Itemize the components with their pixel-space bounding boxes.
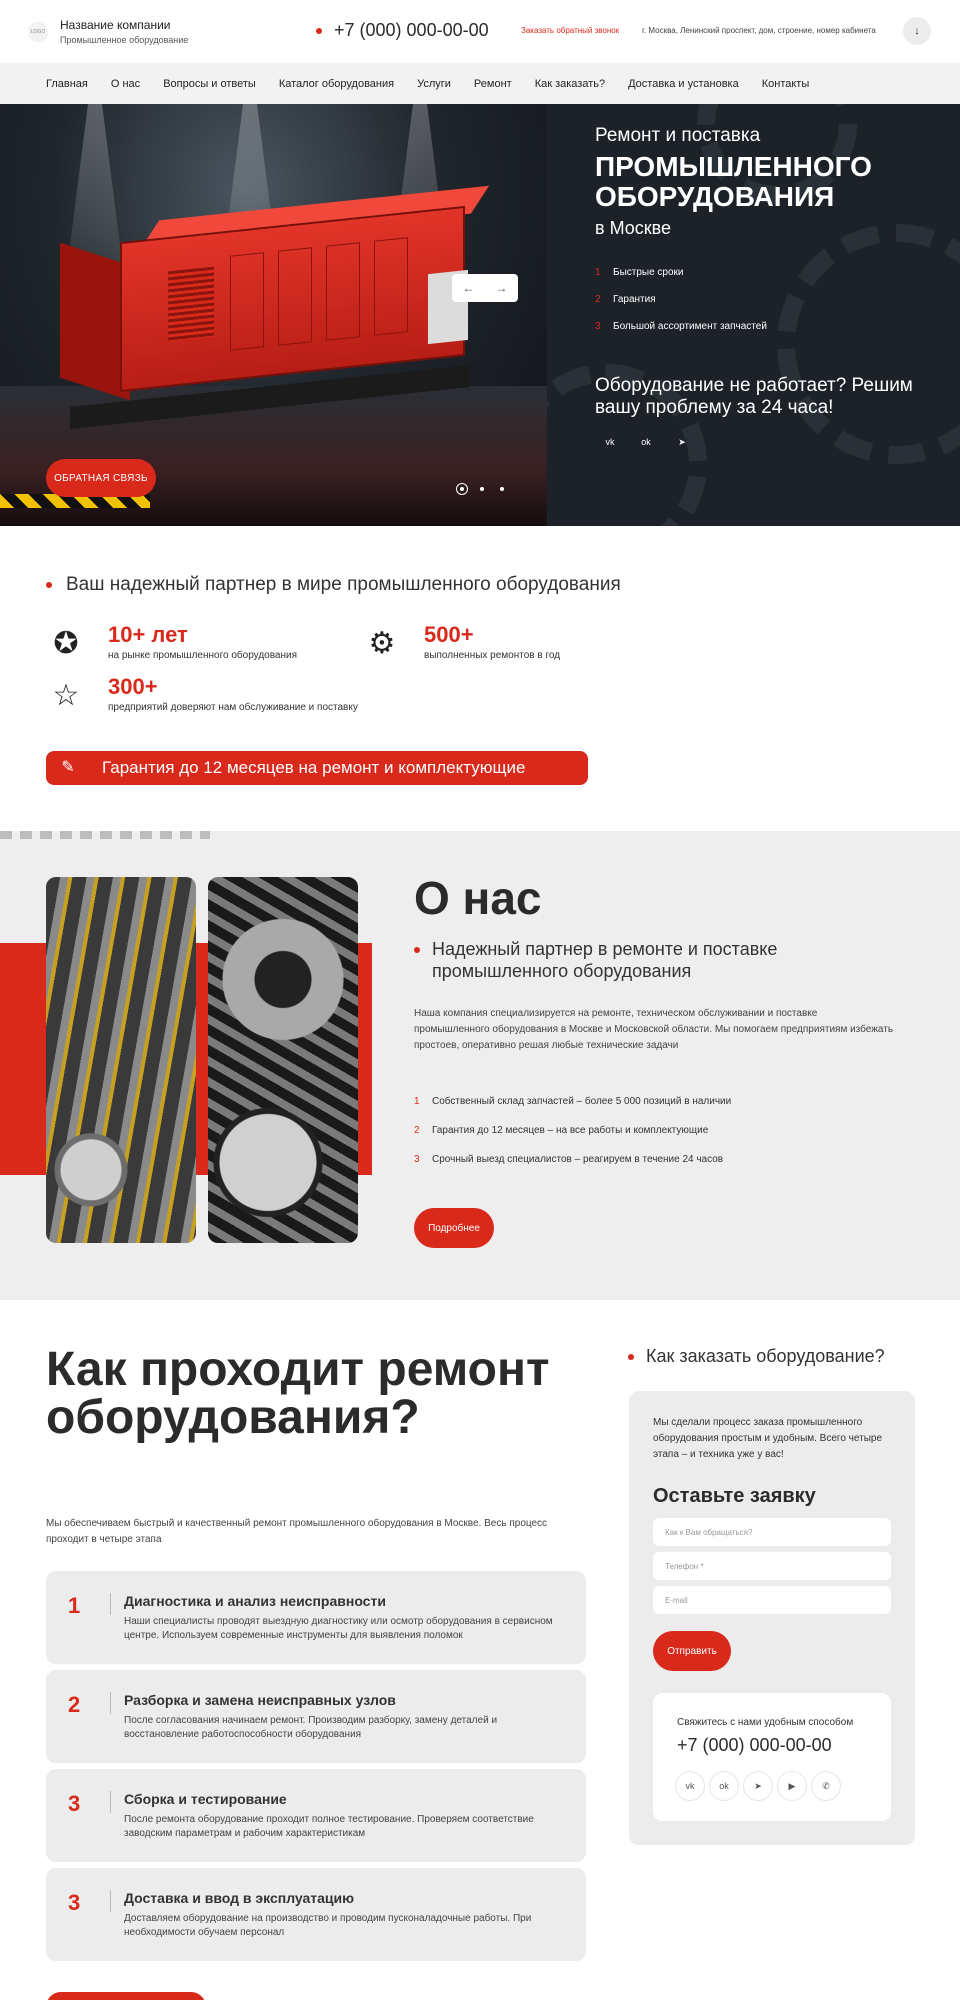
list-item: 2 Гарантия до 12 месяцев – на все работы …	[414, 1125, 709, 1136]
about-title: О нас	[414, 872, 542, 924]
slider-dot-active[interactable]	[456, 483, 468, 495]
ok-icon[interactable]: ok	[709, 1771, 739, 1801]
stat-clients: ☆ 300+ предприятий доверяют нам обслужив…	[46, 676, 358, 716]
send-button[interactable]: Отправить	[653, 1631, 731, 1671]
form-title: Оставьте заявку	[653, 1485, 816, 1507]
company-subtitle: Промышленное оборудование	[60, 35, 189, 45]
telegram-icon[interactable]: ➤	[667, 427, 697, 457]
arrow-left-icon[interactable]: ←	[463, 281, 475, 295]
gears-image	[208, 877, 358, 1243]
accent-dot	[316, 27, 322, 34]
main-nav: Главная О нас Вопросы и ответы Каталог о…	[0, 63, 960, 104]
camshafts-image	[46, 877, 196, 1243]
process-step: 3 Сборка и тестирование После ремонта об…	[46, 1769, 586, 1862]
process-cta-button[interactable]	[46, 1992, 206, 2000]
contact-card: Свяжитесь с нами удобным способом +7 (00…	[653, 1693, 891, 1821]
order-title: Как заказать оборудование?	[628, 1346, 885, 1367]
phone-field[interactable]	[653, 1552, 891, 1580]
about-list: 1 Собственный склад запчастей – более 5 0…	[414, 1096, 731, 1183]
nav-item-about[interactable]: О нас	[111, 78, 140, 90]
vk-icon[interactable]: vk	[595, 427, 625, 457]
youtube-icon[interactable]: ▶	[777, 1771, 807, 1801]
nav-item-contacts[interactable]: Контакты	[762, 78, 810, 90]
arrow-right-icon[interactable]: →	[496, 281, 508, 295]
nav-item-delivery[interactable]: Доставка и установка	[628, 78, 739, 90]
contact-social-links: vk ok ➤ ▶ ✆	[675, 1771, 845, 1801]
ok-icon[interactable]: ok	[631, 427, 661, 457]
guarantee-banner: ✎ Гарантия до 12 месяцев на ремонт и ком…	[46, 751, 588, 785]
about-subtitle: Надежный партнер в ремонте и поставке пр…	[414, 938, 832, 982]
arrow-down-icon[interactable]: ↓	[903, 17, 931, 45]
process-step: 1 Диагностика и анализ неисправности Наш…	[46, 1571, 586, 1664]
accent-dot	[46, 582, 52, 588]
nav-item-home[interactable]: Главная	[46, 78, 88, 90]
name-field[interactable]	[653, 1518, 891, 1546]
whatsapp-icon[interactable]: ✆	[811, 1771, 841, 1801]
about-section: О нас Надежный партнер в ремонте и поста…	[0, 831, 960, 1300]
award-badge-icon: ✪	[53, 627, 79, 660]
list-item: 1 Быстрые сроки	[595, 267, 684, 278]
stat-repairs: ⚙ 500+ выполненных ремонтов в год	[362, 624, 561, 664]
hero-features: 1 Быстрые сроки 2 Гарантия 3 Большой ассорт…	[595, 267, 767, 348]
gear-icon: ⚙	[368, 627, 396, 660]
nav-item-faq[interactable]: Вопросы и ответы	[163, 78, 256, 90]
address: г. Москва, Ленинский проспект, дом, стро…	[642, 26, 876, 35]
slider-arrows: ← →	[452, 274, 518, 302]
hero-slider-image: ← → ОБРАТНАЯ СВЯЗЬ	[0, 104, 547, 526]
list-item: 3 Срочный выезд специалистов – реагируем …	[414, 1154, 724, 1165]
stat-years: ✪ 10+ лет на рынке промышленного оборудо…	[46, 624, 297, 664]
vk-icon[interactable]: vk	[675, 1771, 705, 1801]
about-paragraph: Наша компания специализируется на ремонт…	[414, 1008, 894, 1051]
process-step: 2 Разборка и замена неисправных узлов По…	[46, 1670, 586, 1763]
company-block: Название компании Промышленное оборудова…	[60, 18, 188, 45]
process-section: Как проходит ремонт оборудования? Мы обе…	[0, 1300, 960, 2000]
company-logo[interactable]: LOGO	[28, 21, 48, 42]
nav-item-repair[interactable]: Ремонт	[474, 78, 512, 90]
order-intro: Мы сделали процесс заказа промышленного …	[653, 1417, 883, 1460]
hero-problem-text: Оборудование не работает? Решим вашу про…	[595, 375, 913, 418]
list-item: 2 Гарантия	[595, 294, 656, 305]
hand-star-icon: ☆	[52, 679, 80, 712]
accent-dot	[628, 1353, 634, 1360]
more-button[interactable]: Подробнее	[414, 1208, 494, 1248]
company-name: Название компании	[60, 18, 171, 32]
partner-section: Ваш надежный партнер в мире промышленног…	[0, 526, 960, 831]
contact-label: Свяжитесь с нами удобным способом	[677, 1717, 854, 1728]
document-pen-icon: ✎	[61, 759, 75, 776]
nav-item-how-to-order[interactable]: Как заказать?	[535, 78, 605, 90]
hero-line-1: Ремонт и поставка	[595, 125, 761, 146]
email-field[interactable]	[653, 1586, 891, 1614]
tire-tread-decoration	[0, 831, 210, 839]
process-title: Как проходит ремонт оборудования?	[46, 1343, 550, 1444]
process-intro: Мы обеспечиваем быстрый и качественный р…	[46, 1518, 548, 1545]
accent-dot	[414, 947, 420, 953]
nav-item-services[interactable]: Услуги	[417, 78, 451, 90]
partner-title: Ваш надежный партнер в мире промышленног…	[46, 574, 621, 596]
header-phone-block: +7 (000) 000-00-00	[316, 20, 489, 41]
slider-dot[interactable]	[480, 487, 484, 491]
slider-dots	[456, 483, 520, 495]
nav-item-catalog[interactable]: Каталог оборудования	[279, 78, 394, 90]
list-item: 1 Собственный склад запчастей – более 5 0…	[414, 1096, 732, 1107]
hero-line-3: в Москве	[595, 218, 672, 238]
feedback-button[interactable]: ОБРАТНАЯ СВЯЗЬ	[46, 459, 156, 497]
contact-phone[interactable]: +7 (000) 000-00-00	[677, 1735, 832, 1756]
slider-dot[interactable]	[500, 487, 504, 491]
callback-link[interactable]: Заказать обратный звонок	[521, 26, 619, 35]
hero-social-links: vk ok ➤	[595, 427, 703, 457]
hero-section: ← → ОБРАТНАЯ СВЯЗЬ Ремонт и поставка ПРО…	[0, 104, 960, 526]
process-step: 3 Доставка и ввод в эксплуатацию Доставл…	[46, 1868, 586, 1961]
hero-headline: ПРОМЫШЛЕННОГО ОБОРУДОВАНИЯ	[595, 151, 872, 212]
telegram-icon[interactable]: ➤	[743, 1771, 773, 1801]
order-form-card: Мы сделали процесс заказа промышленного …	[629, 1391, 915, 1845]
header-phone[interactable]: +7 (000) 000-00-00	[334, 20, 489, 41]
list-item: 3 Большой ассортимент запчастей	[595, 321, 767, 332]
